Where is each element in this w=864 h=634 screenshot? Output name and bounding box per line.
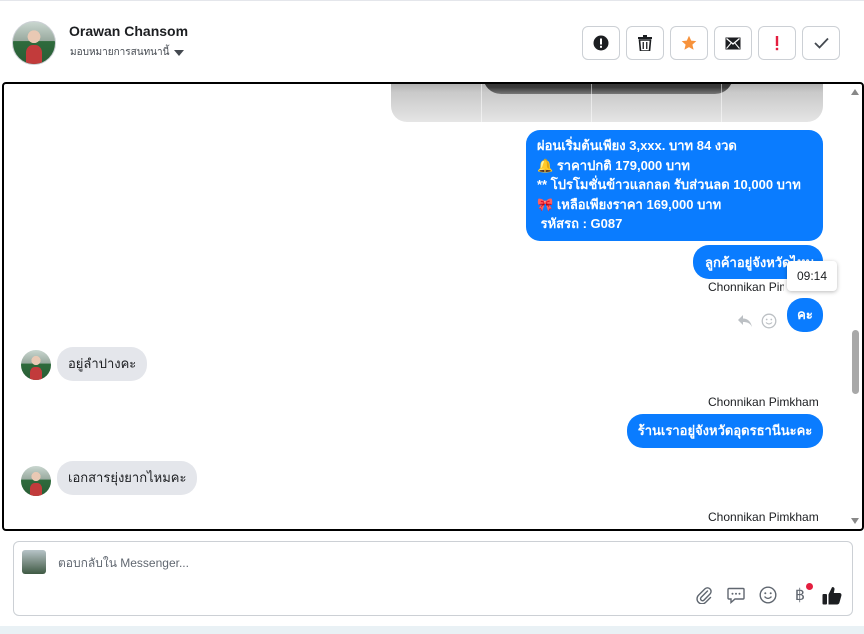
like-icon <box>822 586 842 604</box>
message-thread[interactable]: ผ่อนเริ่มต้นเพียง 3,xxx. บาท 84 งวด 🔔 รา… <box>2 82 864 531</box>
saved-reply-button[interactable] <box>726 584 746 606</box>
follow-up-button[interactable] <box>758 26 796 60</box>
footer-strip <box>0 626 864 634</box>
conversation-header: Orawan Chansom มอบหมายการสนทนานี้ <box>0 0 864 82</box>
promo-line: เหลือเพียงราคา 169,000 บาท <box>556 196 722 212</box>
star-button[interactable] <box>670 26 708 60</box>
incoming-message[interactable]: เอกสารยุ่งยากไหมคะ <box>57 461 198 495</box>
mark-done-button[interactable] <box>802 26 840 60</box>
bell-icon: 🔔 <box>537 157 554 173</box>
paperclip-icon <box>696 587 712 604</box>
promo-message[interactable]: ผ่อนเริ่มต้นเพียง 3,xxx. บาท 84 งวด 🔔 รา… <box>526 130 823 241</box>
sender-name: Chonnikan Pimkham <box>708 510 819 524</box>
attached-car-photo[interactable] <box>391 84 823 122</box>
scrollbar[interactable] <box>848 84 862 529</box>
inbox-conversation: Orawan Chansom มอบหมายการสนทนานี้ ผ่อนเร… <box>0 0 864 634</box>
trash-icon <box>638 35 652 51</box>
outgoing-message[interactable]: ร้านเราอยู่จังหวัดอุดรธานีนะคะ <box>627 414 823 448</box>
contact-avatar[interactable] <box>12 21 56 65</box>
saved-reply-icon <box>727 587 745 604</box>
alert-circle-icon <box>593 35 609 51</box>
outgoing-message-partial[interactable] <box>618 530 816 531</box>
contact-avatar <box>21 466 51 496</box>
baht-icon: ฿ <box>794 587 806 604</box>
attach-button[interactable] <box>694 584 714 606</box>
emoji-button[interactable] <box>758 584 778 606</box>
caret-down-icon <box>174 49 185 56</box>
promo-line: ราคาปกติ 179,000 บาท <box>556 157 690 173</box>
reply-icon[interactable] <box>737 314 753 328</box>
conversation-actions <box>582 26 840 60</box>
reply-input[interactable] <box>58 552 658 574</box>
contact-avatar <box>21 350 51 380</box>
check-icon <box>813 37 829 49</box>
outgoing-message[interactable]: คะ <box>787 298 823 332</box>
notification-dot <box>806 583 813 590</box>
promo-line: รหัสรถ : G087 <box>537 216 623 231</box>
page-avatar <box>22 550 46 574</box>
payment-button[interactable]: ฿ <box>790 583 813 606</box>
sender-name: Chonnikan Pimkham <box>708 280 784 294</box>
star-icon <box>681 35 697 50</box>
contact-name[interactable]: Orawan Chansom <box>69 23 188 39</box>
promo-line: ** โปรโมชั่นข้าวแลกลด รับส่วนลด 10,000 บ… <box>537 177 801 192</box>
like-button[interactable] <box>822 584 842 606</box>
emoji-icon <box>759 586 777 604</box>
mark-unread-button[interactable] <box>714 26 752 60</box>
react-emoji-icon[interactable] <box>761 313 777 329</box>
scroll-down-arrow-icon[interactable] <box>851 518 859 524</box>
envelope-icon <box>725 37 741 49</box>
scrollbar-thumb[interactable] <box>852 330 859 394</box>
composer-tools: ฿ <box>694 583 842 606</box>
spam-button[interactable] <box>582 26 620 60</box>
assign-label: มอบหมายการสนทนานี้ <box>70 47 170 58</box>
ribbon-icon: 🎀 <box>537 196 554 212</box>
assign-conversation-dropdown[interactable]: มอบหมายการสนทนานี้ <box>70 45 185 60</box>
exclamation-icon <box>775 36 779 51</box>
delete-button[interactable] <box>626 26 664 60</box>
reply-composer: ฿ <box>13 541 853 616</box>
incoming-message[interactable]: อยู่ลำปางคะ <box>57 347 148 381</box>
scroll-up-arrow-icon[interactable] <box>851 89 859 95</box>
timestamp-tooltip: 09:14 <box>787 261 837 291</box>
promo-line: ผ่อนเริ่มต้นเพียง 3,xxx. บาท 84 งวด <box>537 138 737 153</box>
sender-name: Chonnikan Pimkham <box>708 395 819 409</box>
